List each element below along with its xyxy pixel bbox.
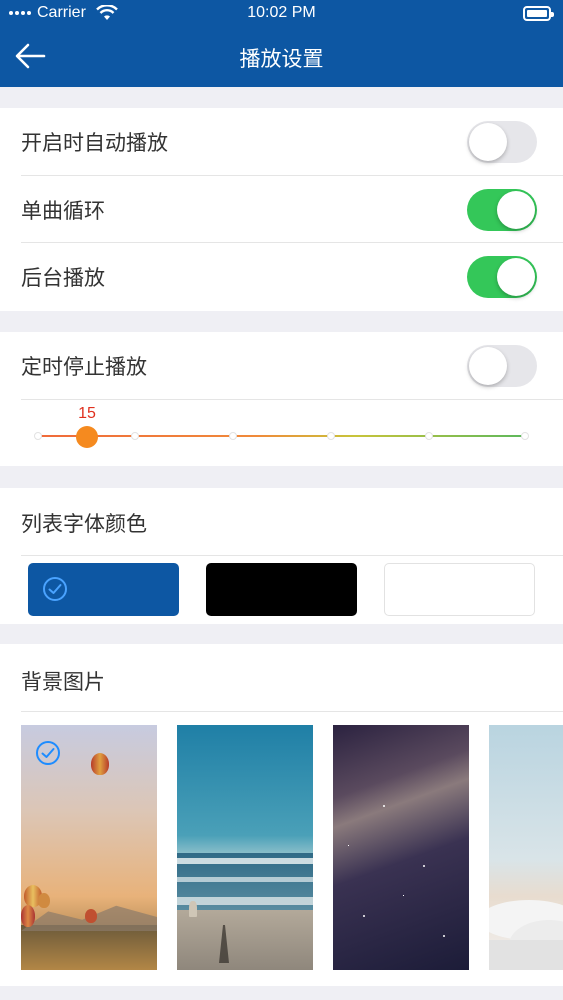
background-option-balloons[interactable] <box>21 725 157 970</box>
page-title: 播放设置 <box>239 47 324 71</box>
autoplay-row: 开启时自动播放 <box>0 108 563 176</box>
timer-row: 定时停止播放 <box>0 332 563 400</box>
playback-settings-section: 开启时自动播放 单曲循环 后台播放 <box>0 108 563 311</box>
slider-tick <box>34 432 42 440</box>
autoplay-toggle[interactable] <box>467 121 537 163</box>
wave <box>177 858 313 864</box>
font-color-white-swatch[interactable] <box>384 563 535 616</box>
slider-tick <box>425 432 433 440</box>
timer-slider[interactable]: 15 <box>34 405 529 462</box>
timer-label: 定时停止播放 <box>21 355 147 379</box>
status-bar: Carrier 10:02 PM <box>0 0 563 28</box>
font-color-label: 列表字体颜色 <box>21 512 147 536</box>
divider <box>21 711 563 712</box>
single-loop-toggle[interactable] <box>467 189 537 231</box>
star <box>423 865 425 867</box>
star <box>403 895 404 896</box>
cloud <box>489 940 563 970</box>
background-option-clouds[interactable] <box>489 725 563 970</box>
background-option-starry-night[interactable] <box>333 725 469 970</box>
checkmark-circle-icon <box>43 577 67 601</box>
background-image-label: 背景图片 <box>21 670 105 694</box>
beach <box>177 910 313 970</box>
slider-track <box>36 435 526 437</box>
background-play-label: 后台播放 <box>21 266 105 290</box>
single-loop-label: 单曲循环 <box>21 199 105 223</box>
background-option-ocean[interactable] <box>177 725 313 970</box>
font-color-black-swatch[interactable] <box>206 563 357 616</box>
balloon-icon <box>91 753 109 775</box>
divider <box>21 555 563 556</box>
slider-tick <box>229 432 237 440</box>
wave <box>177 897 313 905</box>
slider-thumb[interactable] <box>76 426 98 448</box>
slider-tick <box>327 432 335 440</box>
slider-value: 15 <box>78 405 96 422</box>
navigation-bar: Carrier 10:02 PM 播放设置 <box>0 0 563 87</box>
star <box>383 805 385 807</box>
star <box>363 915 365 917</box>
star <box>348 845 349 846</box>
slider-tick <box>131 432 139 440</box>
status-time: 10:02 PM <box>247 4 316 21</box>
background-play-row: 后台播放 <box>0 243 563 311</box>
autoplay-label: 开启时自动播放 <box>21 131 168 155</box>
checkmark-circle-icon <box>36 741 60 765</box>
single-loop-row: 单曲循环 <box>0 176 563 244</box>
balloon-icon <box>85 909 97 923</box>
battery-icon <box>523 6 554 21</box>
slider-tick <box>521 432 529 440</box>
wave <box>177 877 313 882</box>
balloon-icon <box>38 893 50 908</box>
font-color-blue-swatch[interactable] <box>28 563 179 616</box>
divider <box>21 399 563 400</box>
person <box>189 901 197 917</box>
background-play-toggle[interactable] <box>467 256 537 298</box>
star <box>443 935 445 937</box>
landscape <box>21 925 157 970</box>
timer-toggle[interactable] <box>467 345 537 387</box>
balloon-icon <box>21 905 35 927</box>
